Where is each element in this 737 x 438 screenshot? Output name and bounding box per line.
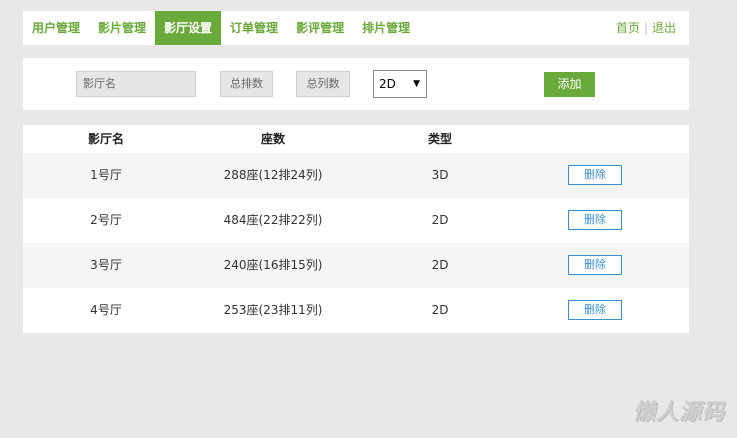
table-row: 4号厅 253座(23排11列) 2D 删除: [23, 288, 689, 333]
table-header: 影厅名 座数 类型: [23, 125, 689, 153]
tab-movie-management[interactable]: 影片管理: [89, 11, 155, 45]
hall-type-select[interactable]: 2D ▼: [373, 70, 427, 98]
tab-review-management[interactable]: 影评管理: [287, 11, 353, 45]
hall-name-input[interactable]: 影厅名: [76, 71, 196, 97]
cell-type: 2D: [431, 258, 449, 272]
total-rows-input[interactable]: 总排数: [220, 71, 273, 97]
header-hall-name: 影厅名: [87, 132, 125, 146]
cell-seats: 484座(22排22列): [223, 213, 323, 227]
tab-hall-settings[interactable]: 影厅设置: [155, 11, 222, 45]
cell-seats: 288座(12排24列): [223, 168, 323, 182]
dropdown-arrow-icon: ▼: [413, 79, 420, 89]
delete-button[interactable]: 删除: [568, 210, 622, 230]
top-nav: 用户管理 影片管理 影厅设置 订单管理 影评管理 排片管理 首页 | 退出: [23, 11, 689, 45]
delete-button[interactable]: 删除: [568, 255, 622, 275]
cell-type: 2D: [431, 303, 449, 317]
watermark-logo: 懒人源码: [632, 399, 725, 425]
cell-type: 3D: [431, 168, 449, 182]
cell-hall-name: 3号厅: [90, 258, 122, 272]
tab-order-management[interactable]: 订单管理: [221, 11, 287, 45]
cell-seats: 253座(23排11列): [223, 303, 323, 317]
cell-hall-name: 1号厅: [90, 168, 122, 182]
table-row: 1号厅 288座(12排24列) 3D 删除: [23, 153, 689, 198]
nav-tabs: 用户管理 影片管理 影厅设置 订单管理 影评管理 排片管理: [23, 11, 419, 45]
tab-user-management[interactable]: 用户管理: [23, 11, 89, 45]
home-link[interactable]: 首页: [616, 21, 640, 35]
hall-table: 影厅名 座数 类型 1号厅 288座(12排24列) 3D 删除 2号厅 484…: [23, 125, 689, 333]
header-type: 类型: [427, 132, 453, 146]
cell-hall-name: 2号厅: [90, 213, 122, 227]
cell-type: 2D: [431, 213, 449, 227]
total-cols-input[interactable]: 总列数: [296, 71, 350, 97]
hall-type-value: 2D: [379, 77, 396, 91]
table-row: 3号厅 240座(16排15列) 2D 删除: [23, 243, 689, 288]
nav-separator: |: [643, 21, 648, 35]
nav-links: 首页 | 退出: [616, 11, 676, 45]
logout-link[interactable]: 退出: [652, 21, 676, 35]
add-hall-form: 影厅名 总排数 总列数 2D ▼ 添加: [23, 58, 689, 110]
delete-button[interactable]: 删除: [568, 300, 622, 320]
cell-seats: 240座(16排15列): [223, 258, 323, 272]
add-button[interactable]: 添加: [544, 72, 595, 97]
cell-hall-name: 4号厅: [90, 303, 122, 317]
delete-button[interactable]: 删除: [568, 165, 622, 185]
tab-schedule-management[interactable]: 排片管理: [353, 11, 419, 45]
table-row: 2号厅 484座(22排22列) 2D 删除: [23, 198, 689, 243]
header-seats: 座数: [260, 132, 286, 146]
